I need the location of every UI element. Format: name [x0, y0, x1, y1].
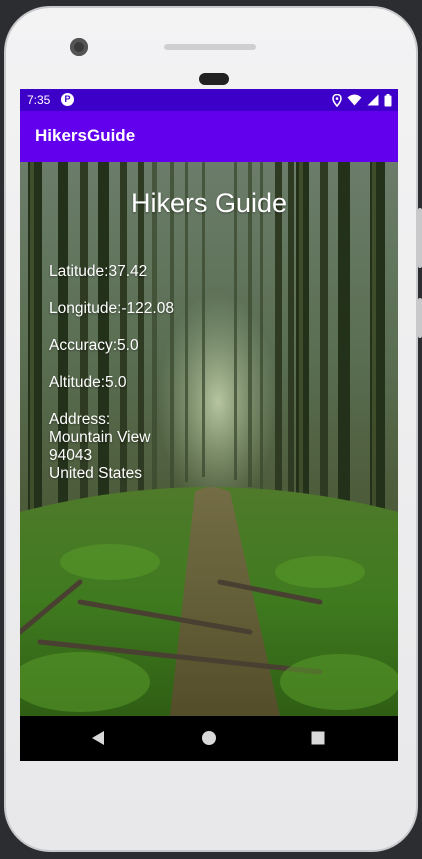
cell-signal-icon — [367, 94, 379, 106]
battery-icon — [384, 93, 392, 106]
device-screen: 7:35 P HikersGuide Hikers Guide Latitude… — [20, 89, 398, 761]
home-icon[interactable] — [201, 730, 217, 746]
address-postcode: 94043 — [49, 447, 93, 464]
status-icons — [332, 93, 392, 107]
app-title: HikersGuide — [35, 126, 136, 145]
location-icon — [332, 93, 342, 107]
status-time: 7:35 — [27, 93, 51, 107]
address-block: Address: Mountain View 94043 United Stat… — [49, 411, 150, 483]
main-content: Hikers Guide Latitude:37.42 Longitude:-1… — [20, 162, 398, 716]
page-headline: Hikers Guide — [130, 188, 288, 218]
power-button — [418, 298, 422, 338]
wifi-icon — [347, 94, 362, 106]
latitude-text: Latitude:37.42 — [49, 263, 148, 280]
volume-button — [418, 208, 422, 268]
address-label: Address: — [49, 411, 111, 428]
front-camera — [70, 38, 88, 56]
top-bezel-slot — [164, 44, 256, 50]
accuracy-text: Accuracy:5.0 — [49, 337, 139, 354]
app-bar: HikersGuide — [20, 111, 398, 162]
altitude-text: Altitude:5.0 — [49, 374, 127, 391]
app-notification-icon: P — [61, 93, 74, 106]
status-bar: 7:35 P — [20, 89, 398, 111]
navigation-bar — [20, 716, 398, 761]
address-city: Mountain View — [49, 429, 151, 446]
address-country: United States — [49, 465, 143, 482]
earpiece-speaker — [199, 73, 229, 85]
recents-icon[interactable] — [310, 730, 326, 746]
back-icon[interactable] — [91, 730, 105, 746]
longitude-text: Longitude:-122.08 — [49, 300, 174, 317]
